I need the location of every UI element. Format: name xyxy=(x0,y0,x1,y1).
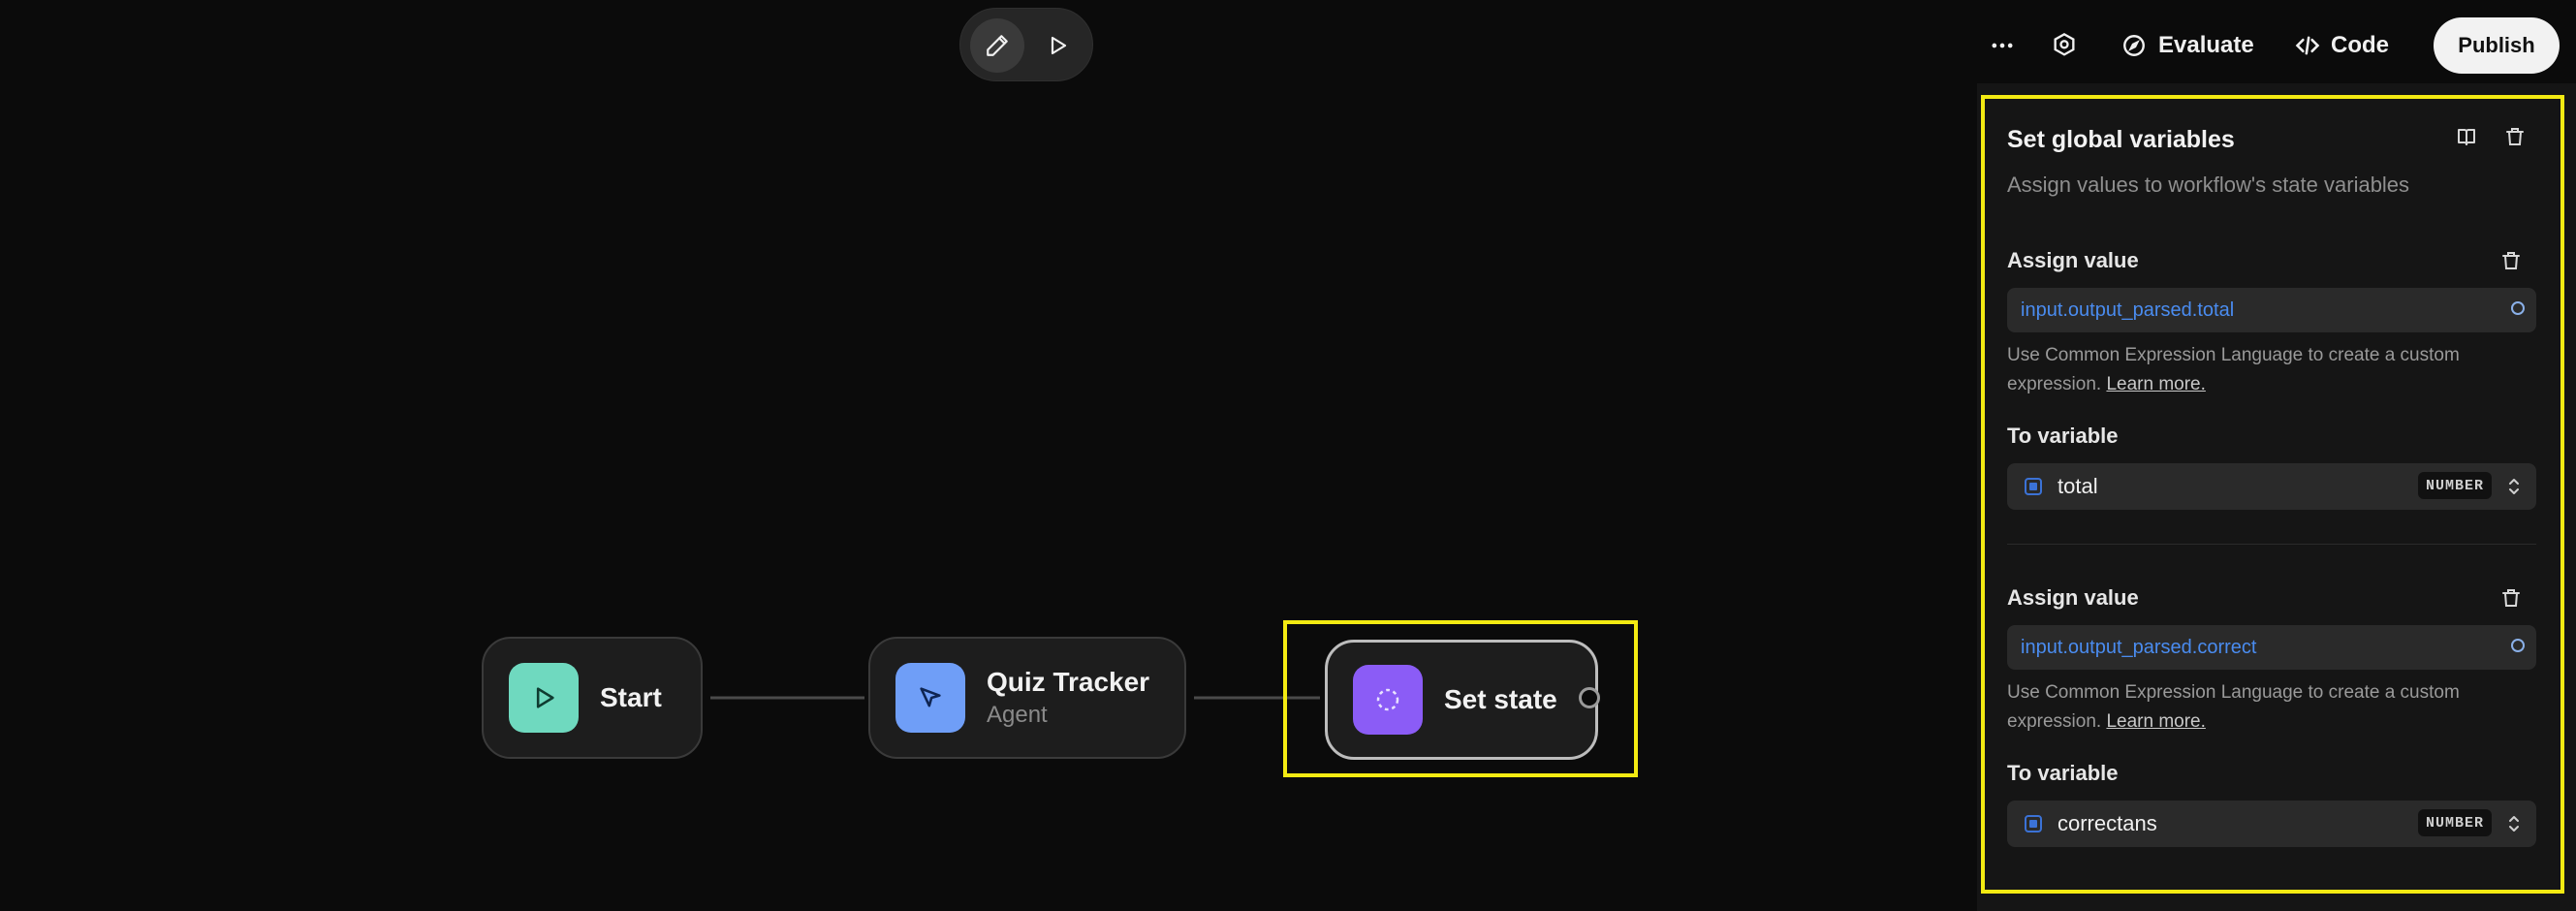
code-label: Code xyxy=(2331,32,2389,58)
evaluate-button[interactable]: Evaluate xyxy=(2121,21,2254,70)
help-text: Use Common Expression Language to create… xyxy=(2007,345,2460,394)
variable-name: correctans xyxy=(2058,811,2157,835)
panel-description: Assign values to workflow's state variab… xyxy=(2007,173,2410,197)
more-button[interactable] xyxy=(1989,21,2016,70)
code-button[interactable]: Code xyxy=(2294,21,2389,70)
to-variable-label: To variable xyxy=(2007,761,2119,785)
variable-type-badge: NUMBER xyxy=(2417,809,2492,836)
to-variable-label: To variable xyxy=(2007,424,2119,448)
panel-title: Set global variables xyxy=(2007,126,2235,153)
delete-assignment-button[interactable] xyxy=(2497,246,2526,275)
variable-name: total xyxy=(2058,474,2098,498)
variable-icon xyxy=(2025,815,2042,832)
variable-select[interactable]: correctans NUMBER xyxy=(2007,801,2536,847)
expression-text: input.output_parsed.correct xyxy=(2021,636,2257,658)
expression-text: input.output_parsed.total xyxy=(2021,298,2235,321)
chevron-updown-icon xyxy=(2509,816,2519,832)
expression-input[interactable]: input.output_parsed.correct xyxy=(2007,625,2536,670)
chevron-updown-icon xyxy=(2509,479,2519,494)
node-start[interactable]: Start xyxy=(482,637,703,759)
settings-icon xyxy=(2054,32,2075,56)
expression-help: Use Common Expression Language to create… xyxy=(2007,341,2530,399)
more-horizontal-icon xyxy=(1992,43,2013,48)
start-badge xyxy=(509,663,579,733)
delete-node-button[interactable] xyxy=(2500,122,2529,151)
learn-more-link[interactable]: Learn more. xyxy=(2106,374,2205,394)
play-icon xyxy=(536,687,554,708)
workflow-edges xyxy=(710,696,1320,700)
expression-status-icon xyxy=(2511,301,2525,315)
node-quiz-subtitle: Agent xyxy=(987,702,1048,728)
assign-value-label: Assign value xyxy=(2007,248,2139,272)
settings-button[interactable] xyxy=(2051,21,2078,70)
trash-icon xyxy=(2502,589,2520,607)
docs-button[interactable] xyxy=(2452,122,2481,151)
expression-input[interactable]: input.output_parsed.total xyxy=(2007,288,2536,332)
node-quiz-title: Quiz Tracker xyxy=(987,667,1150,697)
cursor-icon xyxy=(920,687,941,707)
publish-button[interactable]: Publish xyxy=(2434,17,2560,74)
code-icon xyxy=(2295,36,2320,55)
compass-icon xyxy=(2123,35,2145,56)
expression-status-icon xyxy=(2511,639,2525,652)
expression-help: Use Common Expression Language to create… xyxy=(2007,678,2530,737)
variable-icon xyxy=(2025,478,2042,495)
evaluate-label: Evaluate xyxy=(2158,32,2254,58)
variable-type-badge: NUMBER xyxy=(2417,472,2492,499)
node-quiz-tracker[interactable]: Quiz Tracker Agent xyxy=(868,637,1186,759)
book-icon xyxy=(2458,129,2475,145)
variable-select[interactable]: total NUMBER xyxy=(2007,463,2536,510)
assign-value-label: Assign value xyxy=(2007,585,2139,610)
assignment-divider xyxy=(2007,544,2536,545)
delete-assignment-button[interactable] xyxy=(2497,583,2526,613)
node-highlight-box xyxy=(1283,620,1638,777)
trash-icon xyxy=(2502,252,2520,269)
agent-badge xyxy=(895,663,965,733)
node-start-title: Start xyxy=(600,682,662,712)
help-text: Use Common Expression Language to create… xyxy=(2007,682,2460,732)
learn-more-link[interactable]: Learn more. xyxy=(2106,711,2205,732)
trash-icon xyxy=(2506,128,2524,145)
